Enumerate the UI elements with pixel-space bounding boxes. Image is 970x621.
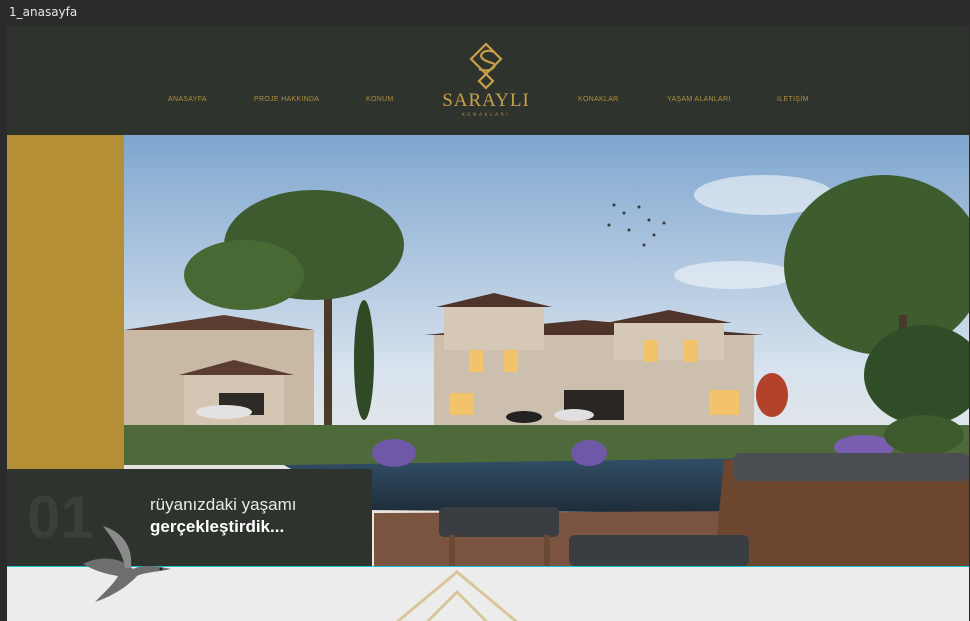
nav-link-iletisim[interactable]: İLETİŞİM bbox=[777, 96, 809, 103]
site-header: ANASAYFA PROJE HAKKINDA KONUM SARAYLI KO… bbox=[7, 26, 969, 135]
nav-link-yasam-alanlari[interactable]: YAŞAM ALANLARI bbox=[667, 96, 731, 103]
hero-caption-line1: rüyanızdaki yaşamı bbox=[150, 495, 297, 514]
nav-link-anasayfa[interactable]: ANASAYFA bbox=[168, 96, 207, 103]
nav-link-proje-hakkinda[interactable]: PROJE HAKKINDA bbox=[254, 96, 319, 103]
window-title: 1_anasayfa bbox=[9, 5, 78, 19]
nav-link-konum[interactable]: KONUM bbox=[366, 96, 394, 103]
logo-wordmark: SARAYLI bbox=[442, 90, 530, 111]
window-title-bar: 1_anasayfa bbox=[0, 0, 970, 26]
hummingbird-icon bbox=[83, 526, 171, 602]
page-frame: ANASAYFA PROJE HAKKINDA KONUM SARAYLI KO… bbox=[7, 26, 969, 621]
logo-emblem-icon bbox=[469, 42, 503, 90]
gold-side-panel bbox=[7, 135, 124, 469]
logo-tagline: KONAKLARI bbox=[461, 113, 511, 118]
nav-link-konaklar[interactable]: KONAKLAR bbox=[578, 96, 619, 103]
site-logo[interactable]: SARAYLI KONAKLARI bbox=[439, 42, 533, 122]
hero-caption-box: 01 rüyanızdaki yaşamı gerçekleştirdik... bbox=[7, 469, 372, 566]
